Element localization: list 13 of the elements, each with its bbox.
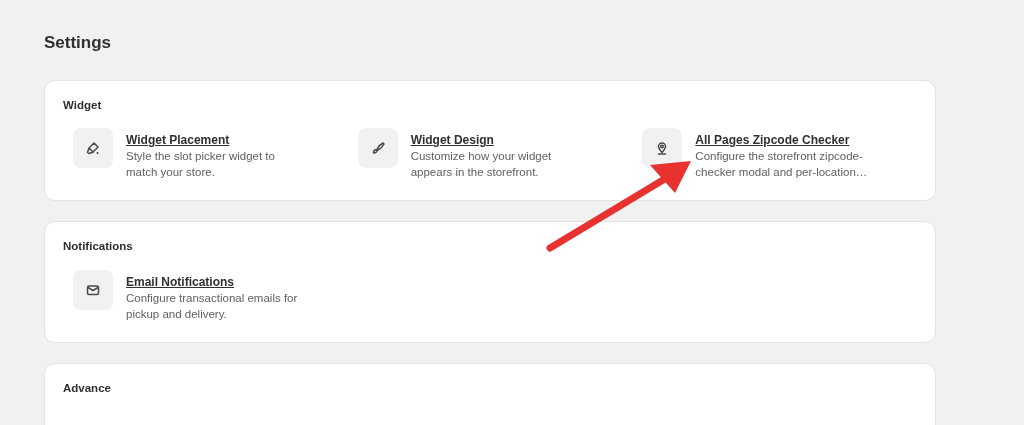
setting-link[interactable]: All Pages Zipcode Checker (695, 132, 874, 149)
page-title: Settings (44, 32, 113, 54)
setting-link[interactable]: Widget Design (410, 132, 589, 149)
setting-description: Configure the storefront zipcode-checker modal and per-location… (695, 149, 869, 181)
setting-description: Configure transactional emails for pickup and delivery. (126, 290, 299, 322)
setting-description: Customize how your widget appears in the storefront. (410, 149, 553, 181)
setting-link[interactable]: Widget Placement (126, 132, 304, 149)
setting-description: Style the slot picker widget to match your store. (126, 149, 276, 181)
section-title: Widget (63, 98, 103, 113)
section-title: Notifications (63, 239, 134, 255)
setting-link[interactable]: Email Notifications (126, 273, 304, 290)
paintbrush-icon (85, 140, 101, 157)
section-title: Advance (63, 380, 112, 396)
